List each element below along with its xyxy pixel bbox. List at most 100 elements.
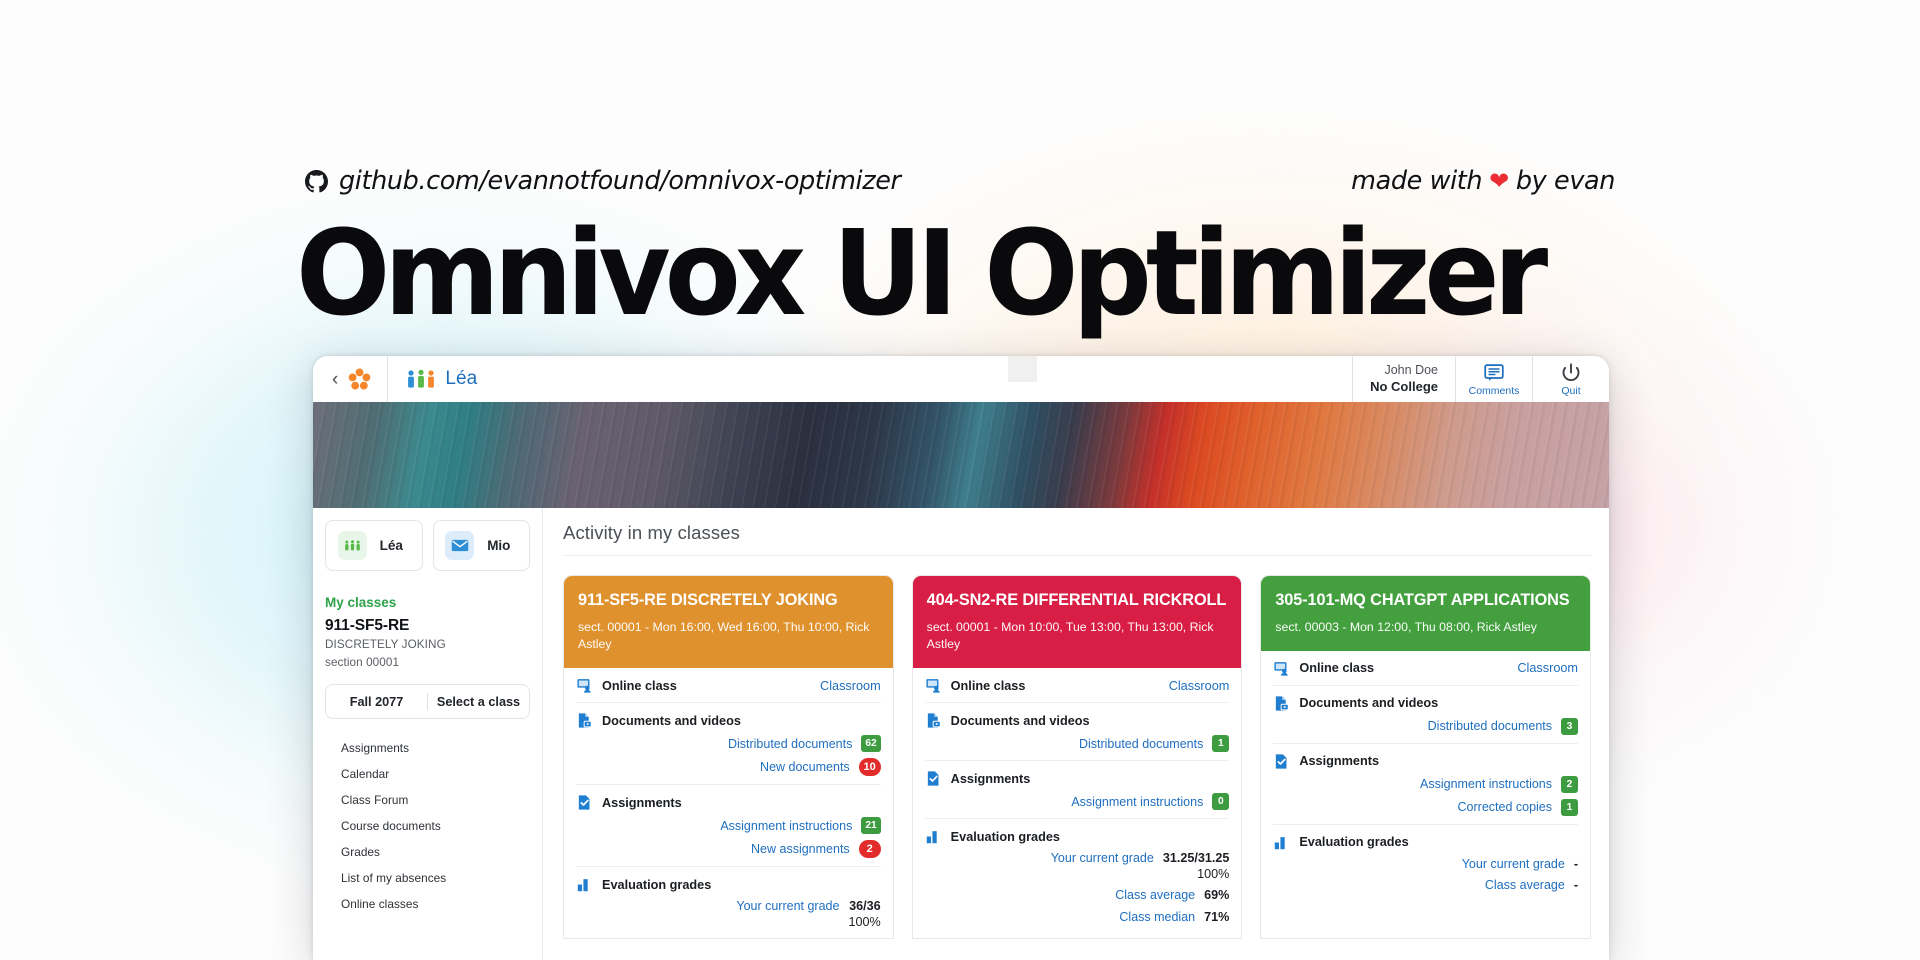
classroom-link[interactable]: Classroom [1169,679,1230,693]
grade-value: - [1574,878,1578,893]
class-card-section-header: Assignments [925,770,1230,787]
section-row-label[interactable]: Your current grade [1051,851,1154,865]
class-cards-container: 911-SF5-RE DISCRETELY JOKING sect. 00001 … [563,575,1592,940]
main-panel: Activity in my classes 911-SF5-RE DISCRE… [543,508,1609,960]
grades-icon [926,831,937,844]
my-classes-heading: My classes [325,595,397,610]
section-row-label[interactable]: Your current grade [736,899,839,913]
github-icon [305,169,328,192]
github-url-text: github.com/evannotfound/omnivox-optimize… [339,166,901,196]
section-row-label[interactable]: Class average [1115,888,1195,902]
classroom-link[interactable]: Classroom [820,679,881,693]
section-row[interactable]: New documents 10 [576,758,881,777]
section-row-label[interactable]: New documents [760,760,850,774]
section-row[interactable]: Assignment instructions 0 [925,793,1230,811]
current-class-code: 911-SF5-RE [325,617,410,634]
section-row-label[interactable]: Class median [1119,910,1195,924]
class-card-subtitle: sect. 00003 - Mon 12:00, Thu 08:00, Rick… [1275,619,1537,634]
section-row[interactable]: New assignments 2 [576,840,881,859]
section-row-label[interactable]: Assignment instructions [1071,795,1203,809]
class-card-body: Online class Classroom Documents and video… [1261,651,1590,902]
topbar-lea-tab[interactable]: Léa [388,356,495,402]
class-card[interactable]: 911-SF5-RE DISCRETELY JOKING sect. 00001 … [563,575,894,940]
section-row[interactable]: Assignment instructions 21 [576,817,881,835]
section-row-label[interactable]: Class average [1485,878,1565,892]
user-name: John Doe [1384,363,1438,378]
section-row[interactable]: Corrected copies 1 [1273,798,1579,816]
section-row-label[interactable]: Assignment instructions [720,819,852,833]
section-row-label[interactable]: Distributed documents [728,737,852,751]
current-class-section: section 00001 [325,656,400,670]
class-card-section-header: Evaluation grades [576,876,881,893]
section-row-label[interactable]: Distributed documents [1079,737,1203,751]
back-chevron-icon[interactable]: ‹ [332,370,338,389]
comments-button[interactable]: Comments [1455,356,1532,402]
section-row[interactable]: Distributed documents 3 [1273,717,1579,735]
section-title: Evaluation grades [1299,835,1409,850]
github-link[interactable]: github.com/evannotfound/omnivox-optimize… [305,166,901,196]
section-row-label[interactable]: Corrected copies [1458,800,1553,814]
section-title: Evaluation grades [602,877,712,892]
section-title: Documents and videos [602,713,741,728]
sidebar-item-assignments[interactable]: Assignments [325,735,530,761]
section-row[interactable]: Class average - [1273,878,1578,893]
topbar-home-group[interactable]: ‹ [313,356,389,402]
class-card-title: 911-SF5-RE DISCRETELY JOKING [578,591,838,609]
section-header-left: Online class [1273,660,1374,677]
hero-banner-image [313,402,1609,508]
section-row-label[interactable]: Distributed documents [1428,719,1552,733]
section-header-left: Evaluation grades [1273,834,1409,851]
class-card[interactable]: 404-SN2-RE DIFFERENTIAL RICKROLL sect. 00… [911,575,1243,940]
section-row-label[interactable]: Assignment instructions [1420,777,1552,791]
section-row[interactable]: Your current grade - [1273,857,1578,872]
sidebar-item-class-forum[interactable]: Class Forum [325,787,530,813]
section-row[interactable]: Your current grade 31.25/31.25 100% [925,851,1230,882]
grade-value: 71% [1204,910,1229,925]
section-row[interactable]: Class average 69% [925,888,1229,903]
classroom-link[interactable]: Classroom [1517,661,1578,675]
count-badge: 21 [861,817,881,835]
section-row[interactable]: Assignment instructions 2 [1273,775,1579,793]
documents-icon [578,713,592,729]
grade-value-main: 36/36 [849,899,881,914]
power-icon [1562,362,1580,381]
section-row[interactable]: Class median 71% [925,910,1229,925]
quick-tile-mio[interactable]: Mio [432,520,530,571]
quick-tile-lea[interactable]: Léa [325,520,423,571]
class-card[interactable]: 305-101-MQ CHATGPT APPLICATIONS sect. 000… [1260,575,1592,940]
class-selector[interactable]: Select a class [428,695,529,709]
section-title: Online class [602,678,677,693]
class-card-body: Online class Classroom Documents and video… [913,668,1242,932]
sidebar-item-calendar[interactable]: Calendar [325,761,530,787]
sidebar-item-grades[interactable]: Grades [325,839,530,865]
omnivox-app-window: ‹ Léa John Doe No College Comments Quit … [313,356,1609,960]
section-row[interactable]: Distributed documents 1 [925,735,1230,753]
section-header-left: Assignments [1273,753,1379,770]
grade-value: 36/36 100% [848,899,880,930]
section-header-left: Documents and videos [925,712,1090,729]
sidebar-item-course-documents[interactable]: Course documents [325,813,530,839]
sidebar-item-online-classes[interactable]: Online classes [325,891,530,917]
topbar-artifact [1008,356,1038,382]
section-row[interactable]: Distributed documents 62 [576,735,881,753]
class-card-section-header: Online class Classroom [576,677,881,694]
class-card-section-header: Online class Classroom [925,677,1230,694]
sidebar-item-list-of-my-absences[interactable]: List of my absences [325,865,530,891]
class-card-section-header: Documents and videos [1273,695,1578,712]
class-card-section: Online class Classroom [1273,651,1579,686]
quit-label: Quit [1561,384,1581,397]
class-card-section: Assignments Assignment instructions 2 Corre… [1273,744,1579,825]
sidebar-nav: Assignments Calendar Class Forum Course … [325,735,530,917]
section-title: Documents and videos [950,713,1090,728]
hero-meta-row: github.com/evannotfound/omnivox-optimize… [305,166,1615,196]
section-row-label[interactable]: Your current grade [1462,857,1565,871]
grade-value-main: - [1573,878,1579,893]
section-row[interactable]: Your current grade 36/36 100% [576,899,880,930]
grades-icon [1275,837,1286,850]
quit-button[interactable]: Quit [1532,356,1609,402]
term-selector[interactable]: Fall 2077 [326,695,427,709]
class-card-section-header: Documents and videos [925,712,1230,729]
omnivox-flower-logo-icon[interactable] [348,367,371,391]
section-row-label[interactable]: New assignments [751,842,850,856]
grade-value-main: 31.25/31.25 [1162,851,1230,866]
